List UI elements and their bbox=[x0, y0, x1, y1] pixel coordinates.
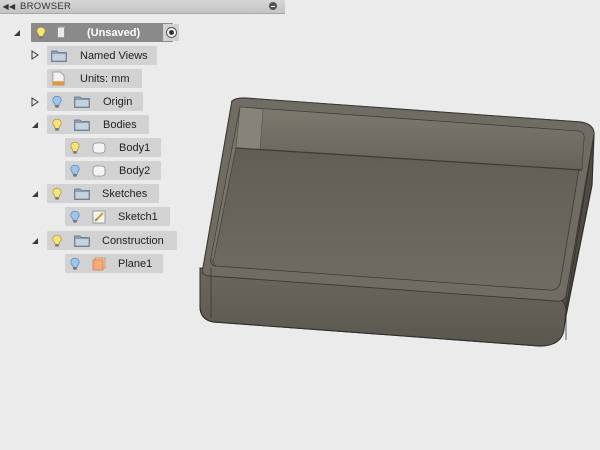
folder-icon bbox=[74, 95, 90, 108]
expand-toggle-origin[interactable] bbox=[30, 97, 40, 107]
plane-icon bbox=[92, 257, 106, 271]
tree-item-label: Construction bbox=[102, 234, 164, 247]
expand-toggle-bodies[interactable] bbox=[30, 120, 40, 130]
tree-item-bodies[interactable]: Bodies bbox=[47, 115, 149, 134]
lightbulb-icon[interactable] bbox=[52, 95, 62, 109]
tree-item-origin[interactable]: Origin bbox=[47, 92, 143, 111]
tree-item-label: Named Views bbox=[80, 49, 148, 62]
browser-panel-header: ◀◀ BROWSER bbox=[0, 0, 285, 14]
tree-item-sketch1[interactable]: Sketch1 bbox=[65, 207, 170, 226]
lightbulb-icon[interactable] bbox=[70, 210, 80, 224]
double-chevron-left-icon[interactable]: ◀◀ bbox=[2, 2, 16, 11]
pin-icon[interactable] bbox=[269, 2, 277, 10]
sketch-icon bbox=[92, 210, 106, 224]
document-units-icon bbox=[52, 71, 65, 86]
lightbulb-icon[interactable] bbox=[70, 164, 80, 178]
tree-item-label: Origin bbox=[103, 95, 133, 108]
tree-item-body1[interactable]: Body1 bbox=[65, 138, 161, 157]
expand-toggle-named-views[interactable] bbox=[30, 50, 40, 60]
open-tray-3d-model[interactable] bbox=[190, 90, 600, 350]
tree-item-label: Sketch1 bbox=[118, 210, 158, 223]
expand-toggle-root[interactable] bbox=[12, 28, 22, 38]
lightbulb-icon[interactable] bbox=[52, 118, 62, 132]
browser-title: BROWSER bbox=[20, 1, 72, 12]
folder-icon bbox=[74, 234, 90, 247]
lightbulb-icon[interactable] bbox=[52, 234, 62, 248]
tree-item-sketches[interactable]: Sketches bbox=[47, 184, 159, 203]
tree-item-units[interactable]: Units: mm bbox=[47, 69, 142, 88]
expand-toggle-construction[interactable] bbox=[30, 236, 40, 246]
tree-item-label: Body1 bbox=[119, 141, 151, 154]
lightbulb-icon[interactable] bbox=[70, 257, 80, 271]
tree-item-construction[interactable]: Construction bbox=[47, 231, 177, 250]
lightbulb-icon[interactable] bbox=[52, 187, 62, 201]
tree-item-label: Body2 bbox=[119, 164, 151, 177]
lightbulb-icon[interactable] bbox=[70, 141, 80, 155]
tree-item-label: (Unsaved) bbox=[87, 26, 141, 39]
tree-item-root[interactable]: (Unsaved) bbox=[31, 23, 173, 42]
tree-item-label: Plane1 bbox=[118, 257, 153, 270]
body-icon bbox=[92, 165, 106, 177]
radio-active-icon[interactable] bbox=[163, 24, 179, 41]
expand-toggle-sketches[interactable] bbox=[30, 189, 40, 199]
component-icon bbox=[56, 26, 66, 39]
tree-item-label: Units: mm bbox=[80, 72, 130, 85]
tree-item-named-views[interactable]: Named Views bbox=[47, 46, 157, 65]
tree-item-plane1[interactable]: Plane1 bbox=[65, 254, 163, 273]
folder-icon bbox=[74, 118, 90, 131]
folder-icon bbox=[51, 49, 67, 62]
tree-item-body2[interactable]: Body2 bbox=[65, 161, 161, 180]
tree-item-label: Sketches bbox=[102, 187, 148, 200]
folder-icon bbox=[74, 187, 90, 200]
body-icon bbox=[92, 142, 106, 154]
lightbulb-icon[interactable] bbox=[36, 26, 46, 40]
tree-item-label: Bodies bbox=[103, 118, 137, 131]
